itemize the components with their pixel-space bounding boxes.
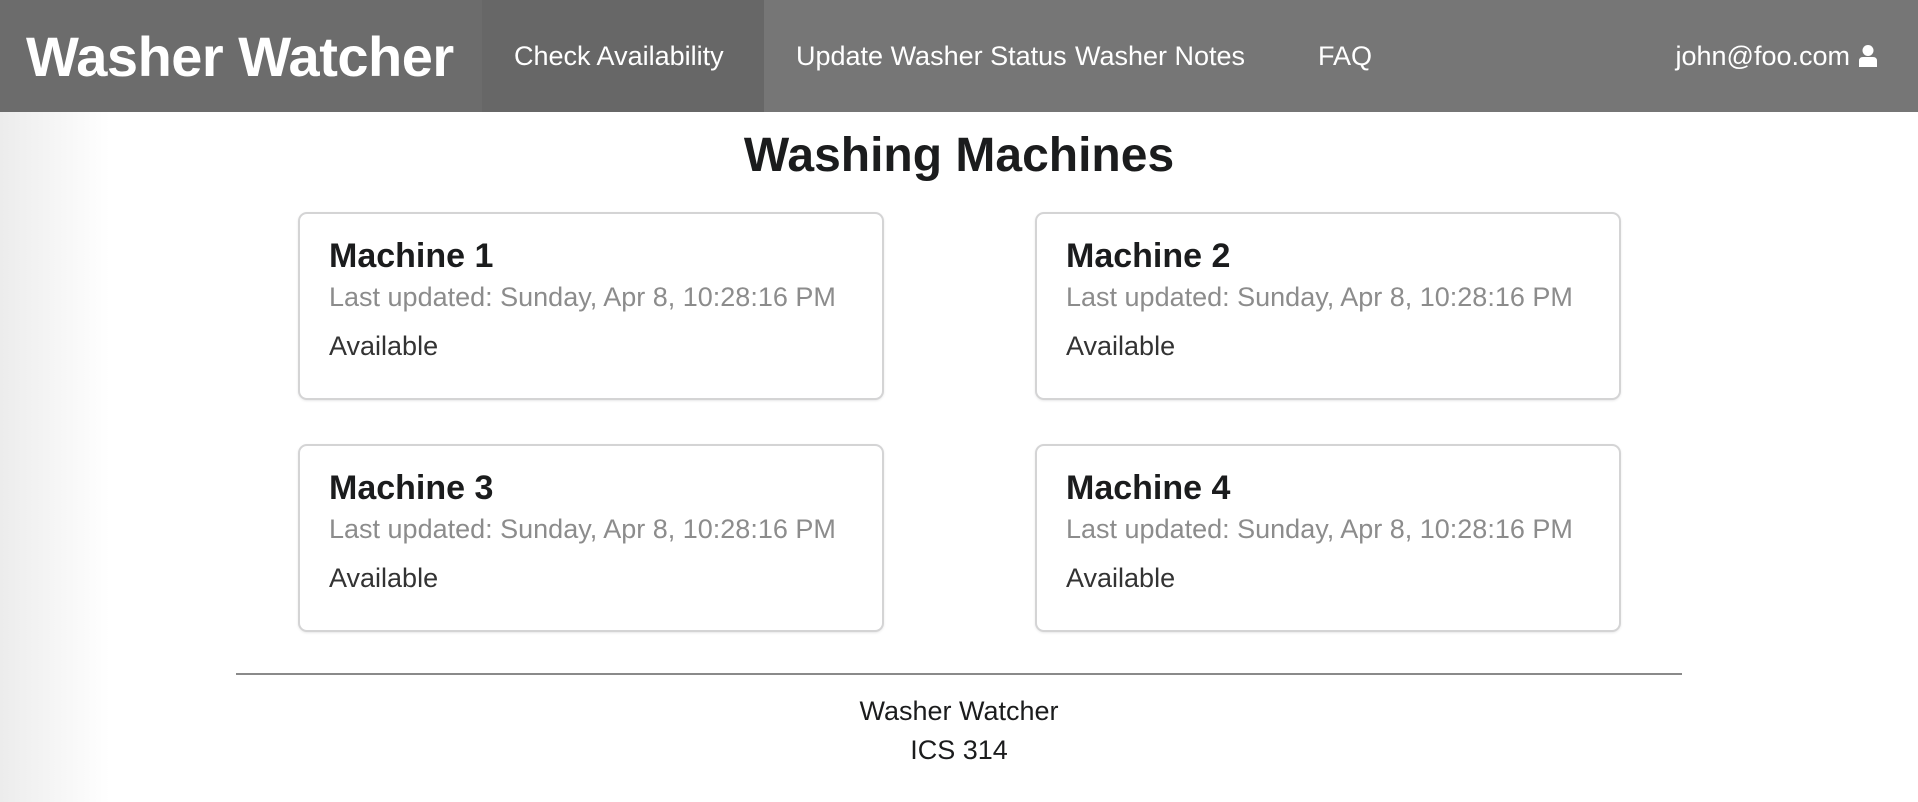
machine-status: Available	[1066, 563, 1176, 593]
machine-status: Available	[1066, 331, 1176, 361]
page-title: Washing Machines	[743, 129, 1175, 182]
machine-last-updated: Last updated: Sunday, Apr 8, 10:28:16 PM	[1066, 282, 1573, 312]
user-menu[interactable]: john@foo.com	[1676, 0, 1879, 112]
machine-name: Machine 2	[1066, 237, 1231, 275]
machine-last-updated: Last updated: Sunday, Apr 8, 10:28:16 PM	[1066, 514, 1573, 544]
top-navbar: Washer Watcher Check Availability Update…	[0, 0, 1918, 112]
brand-logo-link[interactable]: Washer Watcher	[0, 0, 482, 112]
footer: Washer Watcher ICS 314	[0, 692, 1918, 770]
nav-check-availability[interactable]: Check Availability	[482, 0, 764, 112]
footer-app-name: Washer Watcher	[859, 696, 1059, 726]
machine-name: Machine 3	[329, 469, 494, 507]
machine-status: Available	[329, 563, 439, 593]
machine-last-updated: Last updated: Sunday, Apr 8, 10:28:16 PM	[329, 282, 836, 312]
footer-course: ICS 314	[910, 735, 1008, 765]
nav-washer-notes[interactable]: Washer Notes	[1075, 0, 1318, 112]
machine-card-3[interactable]: Machine 3 Last updated: Sunday, Apr 8, 1…	[299, 445, 883, 631]
machine-card-4[interactable]: Machine 4 Last updated: Sunday, Apr 8, 1…	[1036, 445, 1620, 631]
machine-name: Machine 4	[1066, 469, 1231, 507]
user-email: john@foo.com	[1675, 40, 1851, 71]
machine-card-1[interactable]: Machine 1 Last updated: Sunday, Apr 8, 1…	[299, 213, 883, 399]
user-icon	[1858, 44, 1878, 68]
footer-divider	[236, 673, 1682, 675]
machine-status: Available	[329, 331, 439, 361]
nav-faq[interactable]: FAQ	[1318, 0, 1438, 112]
machine-card-2[interactable]: Machine 2 Last updated: Sunday, Apr 8, 1…	[1036, 213, 1620, 399]
nav-update-washer-status[interactable]: Update Washer Status	[764, 0, 1075, 112]
machine-last-updated: Last updated: Sunday, Apr 8, 10:28:16 PM	[329, 514, 836, 544]
machine-name: Machine 1	[329, 237, 494, 275]
